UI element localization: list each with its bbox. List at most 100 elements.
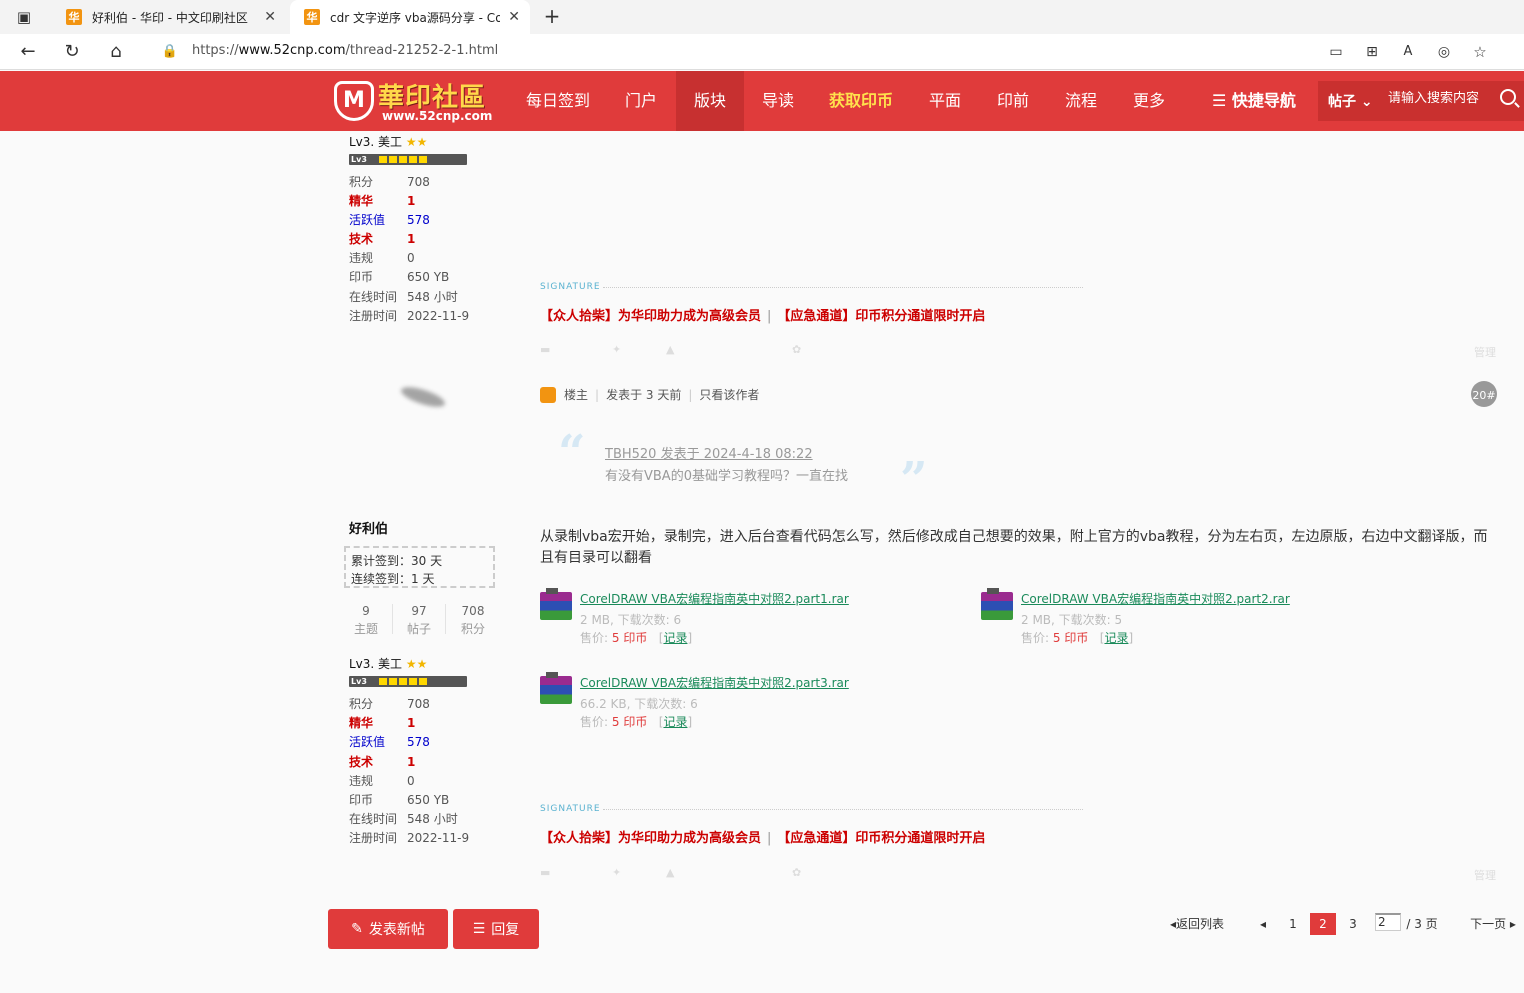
nav-prepress[interactable]: 印前: [980, 71, 1046, 131]
url-field[interactable]: https://www.52cnp.com/thread-21252-2-1.h…: [192, 43, 498, 58]
author-name[interactable]: 好利伯: [349, 518, 388, 537]
stat-label[interactable]: 技术: [349, 230, 407, 247]
refresh-icon[interactable]: ↻: [60, 40, 84, 64]
stat-value: 1: [407, 755, 416, 769]
floor-number[interactable]: 20#: [1471, 381, 1497, 407]
signature-link-vip[interactable]: 【众人拾柴】为华印助力成为高级会员: [540, 309, 761, 324]
close-tab-icon[interactable]: ✕: [264, 9, 276, 25]
favorite-star-icon[interactable]: ☆: [1468, 40, 1492, 64]
star-icon: ★★: [405, 135, 428, 149]
nav-workflow[interactable]: 流程: [1048, 71, 1114, 131]
signature-separator: |: [767, 831, 772, 846]
reply-action-icon[interactable]: ▬: [540, 866, 550, 879]
site-favicon-icon: 华: [66, 9, 82, 25]
prev-page-icon[interactable]: ◂: [1256, 913, 1270, 935]
tab-thread[interactable]: 华 cdr 文字逆序 vba源码分享 - Co ✕: [290, 0, 530, 34]
read-aloud-icon[interactable]: A: [1396, 40, 1420, 64]
nav-get-coins[interactable]: 获取印币: [812, 71, 910, 131]
next-page-link[interactable]: 下一页 ▸: [1466, 913, 1520, 935]
stat-label[interactable]: 技术: [349, 753, 407, 770]
meta-separator: |: [595, 387, 600, 402]
tab-title: cdr 文字逆序 vba源码分享 - Co: [330, 10, 500, 25]
home-icon[interactable]: ⌂: [104, 40, 128, 64]
attachment-item: CorelDRAW VBA宏编程指南英中对照2.part1.rar 2 MB, …: [540, 588, 960, 650]
back-to-list-link[interactable]: ◂返回列表: [1166, 913, 1228, 935]
page-jump-input[interactable]: 2: [1375, 913, 1401, 931]
attachment-link[interactable]: CorelDRAW VBA宏编程指南英中对照2.part2.rar: [1021, 590, 1290, 607]
stat-label[interactable]: 活跃值: [349, 733, 407, 750]
url-domain: www.52cnp.com: [238, 43, 346, 58]
manage-link[interactable]: 管理: [1474, 867, 1496, 883]
record-link[interactable]: 记录: [663, 631, 687, 645]
lock-icon[interactable]: 🔒: [158, 40, 182, 64]
quick-nav-button[interactable]: ☰ 快捷导航: [1212, 71, 1296, 131]
stat-label[interactable]: 精华: [349, 192, 407, 209]
close-tab-icon[interactable]: ✕: [508, 9, 520, 25]
rar-file-icon: [540, 588, 572, 620]
report-action-icon[interactable]: ✿: [792, 866, 801, 879]
report-action-icon[interactable]: ✿: [792, 343, 801, 356]
nav-guide[interactable]: 导读: [746, 71, 810, 131]
logo-mark-icon: M: [334, 81, 374, 121]
tab-actions-icon[interactable]: ▣: [12, 5, 36, 29]
site-logo[interactable]: M 華印社區 www.52cnp.com: [330, 71, 510, 131]
attachment-link[interactable]: CorelDRAW VBA宏编程指南英中对照2.part3.rar: [580, 674, 849, 691]
record-link[interactable]: 记录: [663, 715, 687, 729]
stat-row: 违规 0: [349, 249, 415, 266]
new-post-button[interactable]: ✎ 发表新帖: [328, 909, 448, 949]
share-action-icon[interactable]: ✦: [612, 343, 621, 356]
extensions-icon[interactable]: ⊞: [1360, 40, 1384, 64]
level-bar: Lv3: [349, 676, 467, 687]
signature-link-coins[interactable]: 【应急通道】印币积分通道限时开启: [777, 831, 985, 846]
search-type-dropdown[interactable]: 帖子 ⌄: [1328, 91, 1373, 111]
counter-topics[interactable]: 9 主题: [341, 602, 391, 638]
reply-button[interactable]: ☰ 回复: [453, 909, 539, 949]
stat-label: 违规: [349, 251, 374, 265]
search-input[interactable]: [1388, 91, 1506, 106]
nav-graphic[interactable]: 平面: [912, 71, 978, 131]
back-arrow-icon[interactable]: ←: [16, 40, 40, 64]
counter-points[interactable]: 708 积分: [448, 602, 498, 638]
stat-row: 精华 1: [349, 714, 415, 731]
site-header: M 華印社區 www.52cnp.com 每日签到 门户 版块 导读 获取印币 …: [0, 71, 1524, 131]
rar-file-icon: [540, 672, 572, 704]
tab-user-profile[interactable]: 华 好利伯 - 华印 - 中文印刷社区 ✕: [56, 0, 286, 34]
stat-label[interactable]: 精华: [349, 714, 407, 731]
tracking-icon[interactable]: ◎: [1432, 40, 1456, 64]
search-icon[interactable]: [1500, 89, 1516, 105]
attachment-link[interactable]: CorelDRAW VBA宏编程指南英中对照2.part1.rar: [580, 590, 849, 607]
support-action-icon[interactable]: ▲: [666, 343, 674, 356]
manage-link[interactable]: 管理: [1474, 344, 1496, 360]
app-available-icon[interactable]: ▭: [1324, 40, 1348, 64]
avatar[interactable]: [398, 383, 448, 411]
counter-posts[interactable]: 97 帖子: [394, 602, 444, 638]
record-link[interactable]: 记录: [1104, 631, 1128, 645]
stat-value: 2022-11-9: [407, 831, 470, 845]
signature-link-vip[interactable]: 【众人拾柴】为华印助力成为高级会员: [540, 831, 761, 846]
page-current[interactable]: 2: [1310, 913, 1336, 935]
stat-label: 积分: [349, 175, 374, 189]
signature-divider: [603, 809, 1083, 810]
page-link[interactable]: 3: [1342, 913, 1364, 935]
attachment-item: CorelDRAW VBA宏编程指南英中对照2.part2.rar 2 MB, …: [981, 588, 1401, 650]
nav-more[interactable]: 更多: [1116, 71, 1182, 131]
nav-forums[interactable]: 版块: [676, 71, 744, 131]
caret-right-icon: ▸: [1509, 917, 1516, 931]
total-pages: / 3 页: [1406, 917, 1438, 931]
new-tab-button[interactable]: +: [540, 4, 564, 28]
nav-portal[interactable]: 门户: [608, 71, 674, 131]
page-link[interactable]: 1: [1282, 913, 1304, 935]
stat-label[interactable]: 活跃值: [349, 211, 407, 228]
price-label: 售价:: [1021, 631, 1050, 645]
counter-value: 708: [461, 604, 485, 618]
share-action-icon[interactable]: ✦: [612, 866, 621, 879]
signature-link-coins[interactable]: 【应急通道】印币积分通道限时开启: [777, 309, 985, 324]
nav-checkin[interactable]: 每日签到: [512, 71, 604, 131]
support-action-icon[interactable]: ▲: [666, 866, 674, 879]
only-author-link[interactable]: 只看该作者: [699, 386, 759, 403]
stat-value: 0: [407, 251, 415, 265]
stat-value: 708: [407, 697, 430, 711]
post-body: 从录制vba宏开始，录制完，进入后台查看代码怎么写，然后修改成自己想要的效果，附…: [540, 529, 1488, 566]
reply-action-icon[interactable]: ▬: [540, 343, 550, 356]
quote-author-link[interactable]: TBH520 发表于 2024-4-18 08:22: [605, 443, 813, 462]
